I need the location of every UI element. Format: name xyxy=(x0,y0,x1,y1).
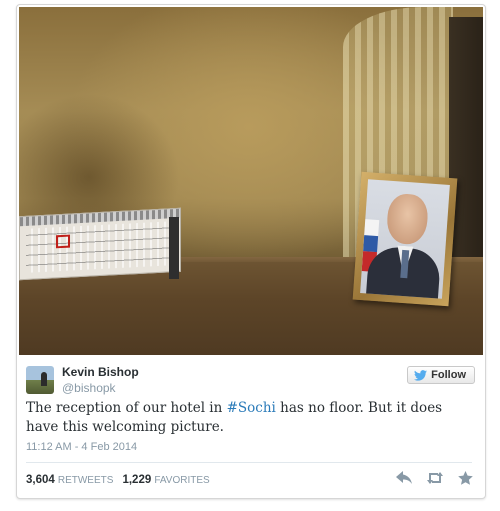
portrait-head xyxy=(385,192,430,246)
follow-button[interactable]: Follow xyxy=(407,366,475,384)
favorites-label[interactable]: FAVORITES xyxy=(154,475,209,486)
window-edge xyxy=(449,17,483,277)
calendar-stand xyxy=(169,217,179,279)
tweet-actions xyxy=(396,471,473,485)
retweet-icon[interactable] xyxy=(426,471,444,485)
retweets-label[interactable]: RETWEETS xyxy=(58,475,114,486)
flag-stripe-blue xyxy=(363,235,379,253)
divider xyxy=(26,462,472,463)
avatar[interactable] xyxy=(26,366,54,394)
calendar-date-marker xyxy=(56,234,70,249)
tweet-text-before: The reception of our hotel in xyxy=(26,400,227,416)
tweet-stats: 3,604 RETWEETS 1,229 FAVORITES xyxy=(26,474,216,486)
follow-label: Follow xyxy=(431,369,466,381)
reply-icon[interactable] xyxy=(396,471,412,485)
desk-calendar xyxy=(19,207,181,281)
star-icon[interactable] xyxy=(458,471,473,485)
retweets-count[interactable]: 3,604 xyxy=(26,474,55,486)
flag-stripe-white xyxy=(364,219,380,237)
hashtag-link[interactable]: #Sochi xyxy=(227,400,276,416)
avatar-figure xyxy=(41,372,47,386)
author-name[interactable]: Kevin Bishop xyxy=(62,365,139,379)
embedded-tweet-card: Kevin Bishop @bishopk Follow The recepti… xyxy=(16,4,486,499)
portrait-frame xyxy=(352,171,458,307)
tweet-photo[interactable] xyxy=(19,7,483,355)
tweet-text: The reception of our hotel in #Sochi has… xyxy=(26,399,466,437)
favorites-count[interactable]: 1,229 xyxy=(122,474,151,486)
portrait-photo xyxy=(360,179,450,299)
author-handle[interactable]: @bishopk xyxy=(62,381,116,395)
tweet-timestamp[interactable]: 11:12 AM - 4 Feb 2014 xyxy=(26,441,137,453)
twitter-bird-icon xyxy=(414,369,428,381)
calendar-grid xyxy=(26,221,174,273)
